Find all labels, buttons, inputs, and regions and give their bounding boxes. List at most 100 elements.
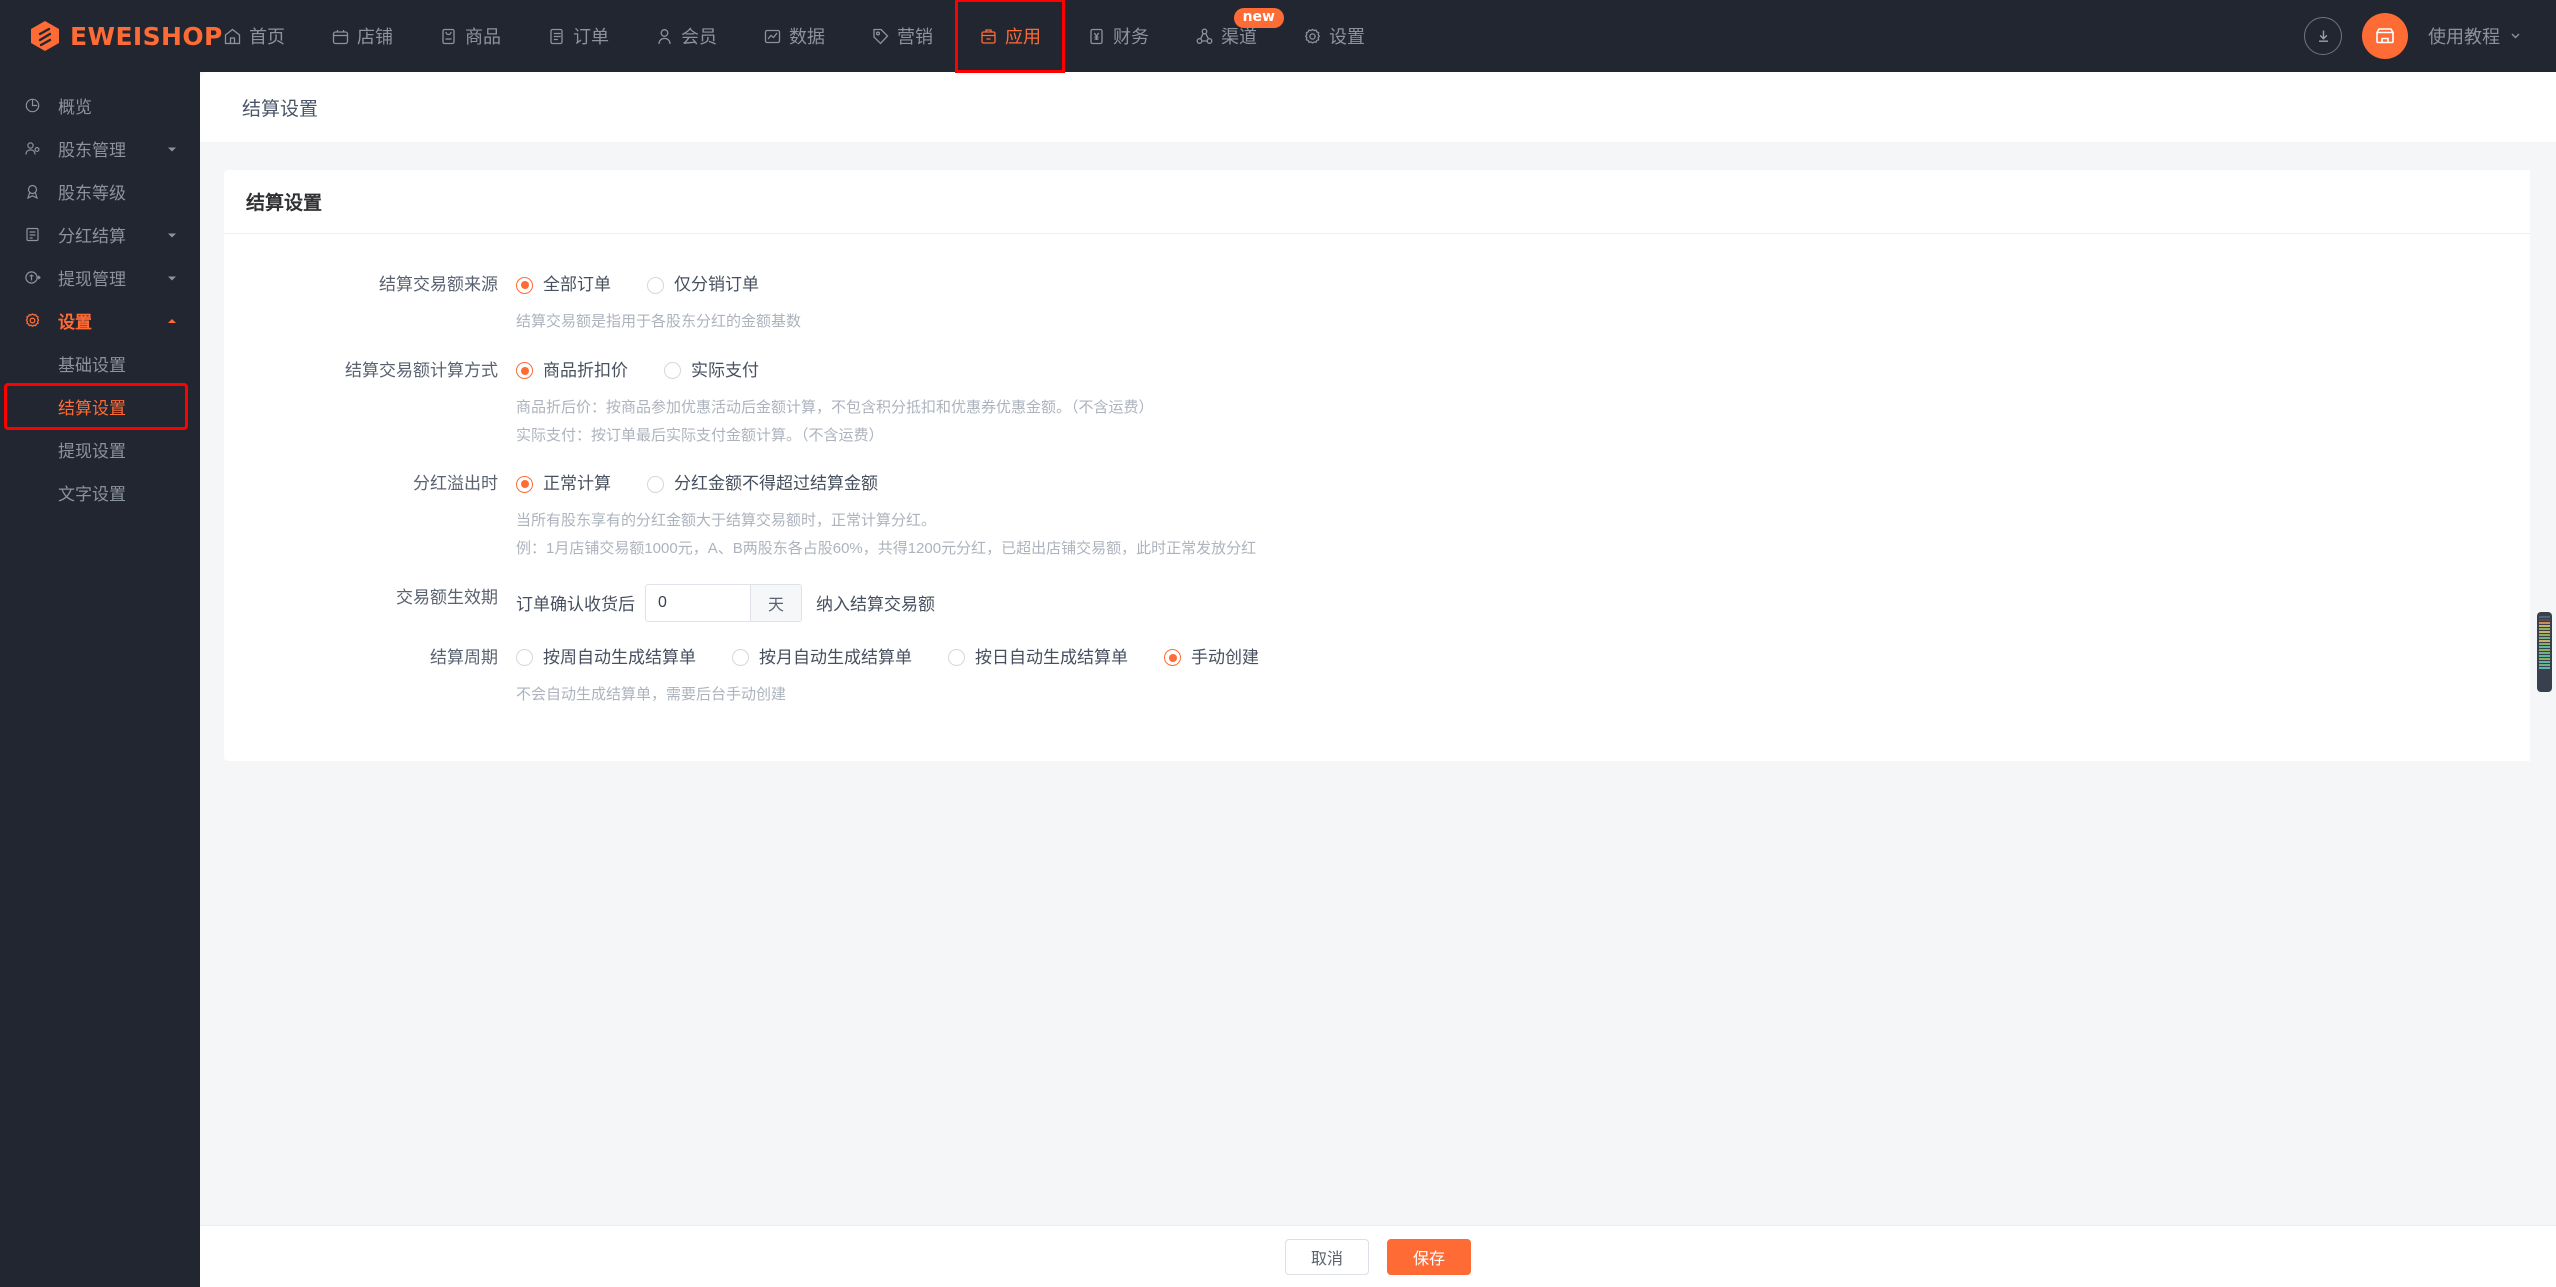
radio-dot-icon (948, 649, 965, 667)
form-row-source: 结算交易额来源 全部订单 仅分销订单 结算交易额是指用于各股东分红的金额基数 (224, 262, 2556, 344)
form-label: 结算交易额来源 (379, 275, 498, 294)
top-header-right: 使用教程 (2304, 13, 2556, 59)
radio-group-source: 全部订单 仅分销订单 (516, 271, 2556, 299)
chevron-down-icon (166, 143, 178, 155)
sidebar-subitem-withdraw-settings[interactable]: 提现设置 (0, 428, 200, 471)
nav-item-data[interactable]: 数据 (740, 0, 848, 72)
form-row-calc-method: 结算交易额计算方式 商品折扣价 实际支付 商品折后价：按商品参加优惠活动后金额计… (224, 348, 2556, 458)
radio-source-all-orders[interactable]: 全部订单 (516, 271, 611, 299)
form-row-cycle: 结算周期 按周自动生成结算单 按月自动生成结算单 按日自动生成结算单 手动创建 … (224, 635, 2556, 717)
top-nav: 首页 店铺 商品 订单 会员 数据 营销 应用 财务 渠道 new 设置 (200, 0, 2304, 73)
nav-label: 店铺 (357, 27, 393, 47)
sidebar-item-label: 提现管理 (58, 270, 126, 289)
radio-dot-icon (647, 276, 664, 294)
apps-icon (979, 27, 998, 46)
sidebar-item-shareholder[interactable]: 股东管理 (0, 127, 200, 170)
sidebar-subitem-basic-settings[interactable]: 基础设置 (0, 342, 200, 385)
sidebar-item-dividend[interactable]: 分红结算 (0, 213, 200, 256)
withdraw-icon (24, 269, 46, 286)
content-area: 结算设置 结算设置 结算交易额来源 全部订单 仅分销订单 结算交易额是指用于各股… (200, 72, 2556, 1287)
sidebar-subitem-label: 提现设置 (58, 442, 126, 461)
finance-icon (1087, 27, 1106, 46)
radio-group-calc-method: 商品折扣价 实际支付 (516, 357, 2556, 385)
radio-label: 分红金额不得超过结算金额 (674, 474, 878, 494)
radio-calc-discount-price[interactable]: 商品折扣价 (516, 357, 628, 385)
sidebar-subitem-text-settings[interactable]: 文字设置 (0, 471, 200, 514)
radio-group-overflow: 正常计算 分红金额不得超过结算金额 (516, 470, 2556, 498)
radio-cycle-weekly[interactable]: 按周自动生成结算单 (516, 644, 696, 672)
radio-dot-icon (516, 475, 533, 493)
form-label: 分红溢出时 (413, 474, 498, 494)
tutorial-menu[interactable]: 使用教程 (2428, 23, 2522, 49)
home-icon (223, 27, 242, 46)
radio-source-distribution-only[interactable]: 仅分销订单 (647, 271, 759, 299)
radio-label: 正常计算 (543, 474, 611, 494)
download-icon[interactable] (2304, 17, 2342, 55)
radio-label: 全部订单 (543, 275, 611, 294)
radio-dot-icon (516, 276, 533, 294)
nav-item-goods[interactable]: 商品 (416, 0, 524, 72)
nav-item-finance[interactable]: 财务 (1064, 0, 1172, 72)
nav-label: 应用 (1005, 27, 1041, 47)
overview-icon (24, 97, 46, 114)
radio-overflow-normal[interactable]: 正常计算 (516, 470, 611, 498)
save-button[interactable]: 保存 (1387, 1238, 1472, 1275)
effective-period-suffix: 纳入结算交易额 (816, 595, 935, 615)
radio-label: 按日自动生成结算单 (975, 647, 1128, 667)
order-icon (547, 27, 566, 46)
sidebar-item-withdraw[interactable]: 提现管理 (0, 256, 200, 299)
dividend-icon (24, 226, 46, 243)
nav-item-home[interactable]: 首页 (200, 0, 308, 72)
radio-cycle-manual[interactable]: 手动创建 (1164, 644, 1259, 672)
sidebar-item-overview[interactable]: 概览 (0, 84, 200, 127)
chart-icon (763, 27, 782, 46)
sidebar-subitem-label: 文字设置 (58, 485, 126, 504)
nav-item-apps[interactable]: 应用 (955, 0, 1065, 73)
page-title: 结算设置 (242, 98, 319, 120)
scrollbar-thumb[interactable] (2537, 612, 2552, 692)
nav-item-member[interactable]: 会员 (632, 0, 740, 72)
breadcrumb: 结算设置 (200, 72, 2556, 142)
nav-label: 财务 (1113, 27, 1149, 47)
radio-overflow-capped[interactable]: 分红金额不得超过结算金额 (647, 470, 878, 498)
form-footer: 取消 保存 (200, 1225, 2556, 1287)
radio-cycle-monthly[interactable]: 按月自动生成结算单 (732, 644, 912, 672)
chevron-down-icon (166, 272, 178, 284)
gear-icon (1303, 27, 1322, 46)
cancel-button[interactable]: 取消 (1284, 1238, 1369, 1275)
sidebar-item-label: 股东管理 (58, 141, 126, 160)
nav-item-channel[interactable]: 渠道 new (1172, 0, 1284, 72)
top-header: EWEISHOP 首页 店铺 商品 订单 会员 数据 营销 应用 财务 渠道 n… (0, 0, 2556, 73)
radio-dot-icon (1164, 649, 1181, 667)
form-label: 结算周期 (430, 647, 498, 667)
radio-label: 实际支付 (691, 360, 759, 380)
nav-item-settings[interactable]: 设置 (1280, 0, 1388, 72)
nav-label: 商品 (465, 27, 501, 47)
sidebar: 概览 股东管理 股东等级 分红结算 提现管理 设置 基础设置 结算设置 提现设置… (0, 72, 200, 1287)
new-badge: new (1233, 8, 1284, 29)
chevron-down-icon (166, 229, 178, 241)
sidebar-item-label: 概览 (58, 98, 92, 117)
nav-label: 首页 (249, 27, 285, 47)
nav-label: 设置 (1329, 27, 1365, 47)
effective-period-input[interactable] (645, 583, 750, 622)
radio-dot-icon (516, 649, 533, 667)
nav-item-marketing[interactable]: 营销 (848, 0, 956, 72)
level-icon (24, 183, 46, 200)
store-icon (331, 27, 350, 46)
radio-calc-actual-payment[interactable]: 实际支付 (664, 357, 759, 385)
radio-cycle-daily[interactable]: 按日自动生成结算单 (948, 644, 1128, 672)
nav-item-store[interactable]: 店铺 (308, 0, 416, 72)
sidebar-item-settings[interactable]: 设置 (0, 299, 200, 342)
form-hint: 商品折后价：按商品参加优惠活动后金额计算，不包含积分抵扣和优惠券优惠金额。（不含… (516, 398, 1154, 416)
form-hint: 结算交易额是指用于各股东分红的金额基数 (516, 313, 802, 330)
scroll-area: 结算设置 结算交易额来源 全部订单 仅分销订单 结算交易额是指用于各股东分红的金… (200, 142, 2556, 1225)
card-title: 结算设置 (224, 170, 2556, 234)
nav-item-order[interactable]: 订单 (524, 0, 632, 72)
sidebar-item-label: 股东等级 (58, 184, 126, 203)
sidebar-subitem-settlement-settings[interactable]: 结算设置 (4, 383, 188, 430)
brand-logo[interactable]: EWEISHOP (0, 20, 222, 52)
sidebar-item-level[interactable]: 股东等级 (0, 170, 200, 213)
shop-avatar-icon[interactable] (2362, 13, 2408, 59)
vertical-scrollbar[interactable] (2530, 142, 2556, 1225)
